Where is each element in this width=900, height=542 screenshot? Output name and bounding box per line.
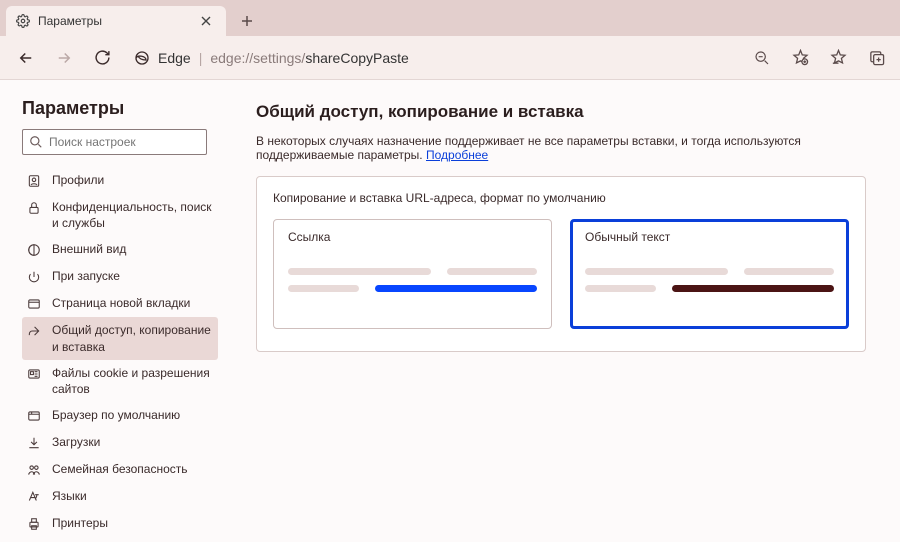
- favorites-icon[interactable]: [824, 44, 852, 72]
- cookies-icon: [26, 366, 42, 382]
- tab-strip: Параметры: [0, 0, 900, 36]
- toolbar: Edge | edge://settings/shareCopyPaste: [0, 36, 900, 80]
- toolbar-actions: [740, 44, 890, 72]
- option-preview: [288, 268, 537, 292]
- share-icon: [26, 323, 42, 339]
- forward-button[interactable]: [48, 42, 80, 74]
- language-icon: [26, 489, 42, 505]
- collections-icon[interactable]: [862, 44, 890, 72]
- profile-icon: [26, 173, 42, 189]
- tab-title: Параметры: [38, 14, 102, 28]
- sidebar-item-printers[interactable]: Принтеры: [22, 510, 218, 537]
- browser-window: Параметры Edge | edge://settings/shareC: [0, 0, 900, 542]
- sidebar-item-startup[interactable]: При запуске: [22, 263, 218, 290]
- tab-settings[interactable]: Параметры: [6, 6, 226, 36]
- refresh-button[interactable]: [86, 42, 118, 74]
- sidebar-item-languages[interactable]: Языки: [22, 483, 218, 510]
- sidebar-item-profiles[interactable]: Профили: [22, 167, 218, 194]
- sidebar-item-share-copy-paste[interactable]: Общий доступ, копирование и вставка: [22, 317, 218, 359]
- url-text: edge://settings/shareCopyPaste: [210, 50, 408, 66]
- sidebar-item-system[interactable]: Система: [22, 537, 218, 542]
- sidebar-item-default-browser[interactable]: Браузер по умолчанию: [22, 402, 218, 429]
- page-title: Общий доступ, копирование и вставка: [256, 102, 866, 122]
- sidebar-item-privacy[interactable]: Конфиденциальность, поиск и службы: [22, 194, 218, 236]
- browser-icon: [26, 408, 42, 424]
- sidebar-item-family[interactable]: Семейная безопасность: [22, 456, 218, 483]
- sidebar-item-cookies[interactable]: Файлы cookie и разрешения сайтов: [22, 360, 218, 402]
- card-title: Копирование и вставка URL-адреса, формат…: [273, 191, 849, 205]
- page-description: В некоторых случаях назначение поддержив…: [256, 134, 866, 162]
- family-icon: [26, 462, 42, 478]
- tab-close-button[interactable]: [196, 11, 216, 31]
- sidebar-nav: Профили Конфиденциальность, поиск и служ…: [22, 167, 218, 542]
- settings-page: Общий доступ, копирование и вставка В не…: [228, 80, 900, 542]
- newtab-icon: [26, 296, 42, 312]
- option-preview: [585, 268, 834, 292]
- gear-icon: [16, 14, 30, 28]
- format-options: Ссылка Обычный текст: [273, 219, 849, 329]
- sidebar-item-appearance[interactable]: Внешний вид: [22, 236, 218, 263]
- option-link-label: Ссылка: [288, 230, 537, 244]
- address-bar[interactable]: Edge | edge://settings/shareCopyPaste: [124, 43, 734, 73]
- sidebar-item-downloads[interactable]: Загрузки: [22, 429, 218, 456]
- new-tab-button[interactable]: [232, 6, 262, 36]
- option-plain-label: Обычный текст: [585, 230, 834, 244]
- sidebar-title: Параметры: [22, 98, 218, 119]
- favorite-add-icon[interactable]: [786, 44, 814, 72]
- address-separator: |: [199, 50, 203, 66]
- sidebar-item-newtab[interactable]: Страница новой вкладки: [22, 290, 218, 317]
- url-format-card: Копирование и вставка URL-адреса, формат…: [256, 176, 866, 352]
- lock-icon: [26, 200, 42, 216]
- search-icon: [29, 135, 43, 149]
- download-icon: [26, 435, 42, 451]
- learn-more-link[interactable]: Подробнее: [426, 148, 488, 162]
- option-link[interactable]: Ссылка: [273, 219, 552, 329]
- content-area: Параметры Профили Конфиденциальность, по…: [0, 80, 900, 542]
- option-plain-text[interactable]: Обычный текст: [570, 219, 849, 329]
- back-button[interactable]: [10, 42, 42, 74]
- power-icon: [26, 269, 42, 285]
- edge-icon: [134, 50, 150, 66]
- settings-sidebar: Параметры Профили Конфиденциальность, по…: [0, 80, 228, 542]
- appearance-icon: [26, 242, 42, 258]
- printer-icon: [26, 516, 42, 532]
- search-input[interactable]: [49, 135, 206, 149]
- settings-search[interactable]: [22, 129, 207, 155]
- edge-label: Edge: [158, 50, 191, 66]
- zoom-icon[interactable]: [748, 44, 776, 72]
